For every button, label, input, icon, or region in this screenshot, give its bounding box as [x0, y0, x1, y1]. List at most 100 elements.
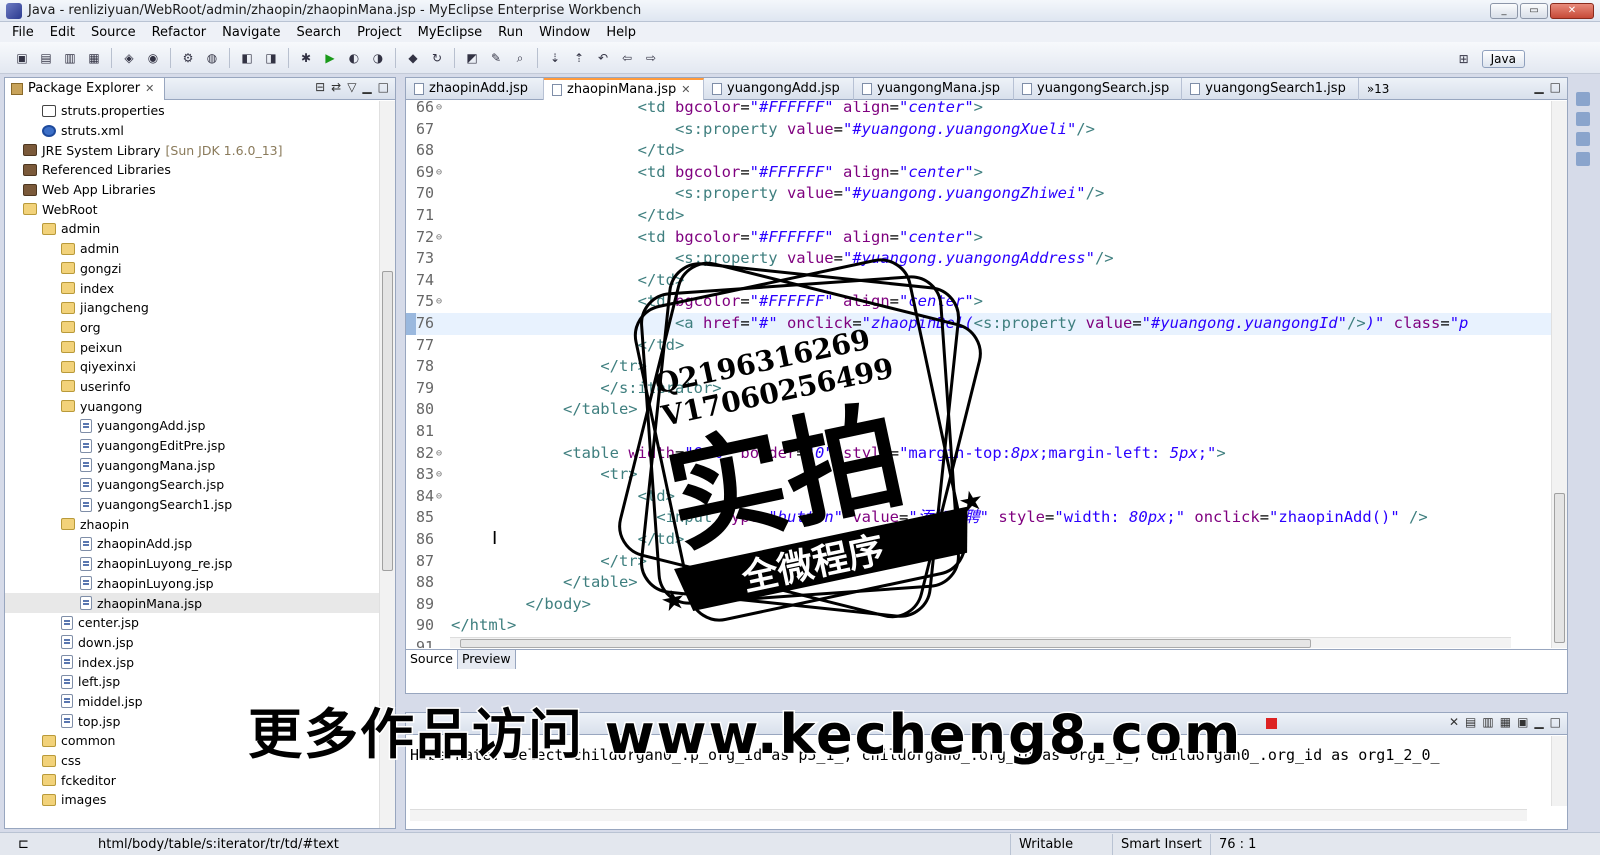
menu-file[interactable]: File: [4, 25, 42, 40]
tree-item[interactable]: zhaopin: [5, 514, 379, 534]
code-line[interactable]: 80 </table>: [406, 399, 1551, 421]
code-line[interactable]: 76 <a href="#" onclick="zhaopinDel(<s:pr…: [406, 313, 1551, 335]
save-icon[interactable]: ▤: [37, 49, 55, 67]
menu-myeclipse[interactable]: MyEclipse: [410, 25, 491, 40]
code-line[interactable]: 66 ⊖ <td bgcolor="#FFFFFF" align="center"…: [406, 101, 1551, 119]
package-explorer-tab[interactable]: Package Explorer ✕: [5, 77, 166, 100]
code-line[interactable]: 89 </body>: [406, 594, 1551, 616]
maximize-view-icon[interactable]: □: [1550, 80, 1561, 94]
menu-search[interactable]: Search: [288, 25, 349, 40]
tree-item[interactable]: WebRoot: [5, 199, 379, 219]
tree-item[interactable]: zhaopinLuyong_re.jsp: [5, 554, 379, 574]
view-menu-icon[interactable]: ▽: [347, 80, 356, 94]
editor-tab[interactable]: yuangongAdd.jsp: [704, 77, 854, 100]
source-tab[interactable]: Source: [406, 650, 458, 669]
print-icon[interactable]: ▦: [85, 49, 103, 67]
code-line[interactable]: 85 <input type="button" value="添加招聘" sty…: [406, 507, 1551, 529]
tree-item[interactable]: Referenced Libraries: [5, 160, 379, 180]
editor-tab[interactable]: zhaopinMana.jsp ✕: [544, 77, 704, 100]
fold-icon[interactable]: ⊖: [436, 486, 442, 508]
last-edit-icon[interactable]: ↶: [594, 49, 612, 67]
tree-item[interactable]: left.jsp: [5, 672, 379, 692]
open-perspective-icon[interactable]: ⊞: [1455, 50, 1473, 68]
menu-navigate[interactable]: Navigate: [214, 25, 288, 40]
save-all-icon[interactable]: ▥: [61, 49, 79, 67]
code-line[interactable]: 88 </table>: [406, 572, 1551, 594]
fold-icon[interactable]: ⊖: [436, 227, 442, 249]
code-editor[interactable]: 91 90 </html> 89 </body> 88 </table> 87 </tr>…: [406, 101, 1551, 648]
minimize-button[interactable]: _: [1490, 3, 1518, 19]
close-window-button[interactable]: ✕: [1550, 3, 1594, 19]
clear-console-icon[interactable]: ▤: [1465, 715, 1476, 729]
preview-tab[interactable]: Preview: [457, 650, 516, 669]
tree-item[interactable]: down.jsp: [5, 633, 379, 653]
editor-hscrollbar[interactable]: [450, 637, 1511, 648]
tree-item[interactable]: gongzi: [5, 259, 379, 279]
tree-item[interactable]: zhaopinLuyong.jsp: [5, 574, 379, 594]
hierarchy-icon[interactable]: [1576, 112, 1590, 126]
tree-item[interactable]: yuangongSearch1.jsp: [5, 495, 379, 515]
editor-hscroll-thumb[interactable]: [460, 639, 1311, 648]
editor-tab[interactable]: yuangongMana.jsp: [854, 77, 1014, 100]
tab-overflow-button[interactable]: »13: [1367, 82, 1390, 96]
code-line[interactable]: 75 ⊖ <td bgcolor="#FFFFFF" align="center"…: [406, 291, 1551, 313]
scroll-lock-icon[interactable]: ▥: [1482, 715, 1493, 729]
code-line[interactable]: 82 ⊖ <table width="98%" border="0" style=…: [406, 443, 1551, 465]
code-line[interactable]: 69 ⊖ <td bgcolor="#FFFFFF" align="center"…: [406, 162, 1551, 184]
code-line[interactable]: 68 </td>: [406, 140, 1551, 162]
code-line[interactable]: 79 </s:iterator>: [406, 378, 1551, 400]
tree-item[interactable]: admin: [5, 239, 379, 259]
code-line[interactable]: 72 ⊖ <td bgcolor="#FFFFFF" align="center"…: [406, 227, 1551, 249]
tree-item[interactable]: userinfo: [5, 377, 379, 397]
declaration-icon[interactable]: [1576, 152, 1590, 166]
tree-scroll-thumb[interactable]: [382, 271, 393, 571]
code-line[interactable]: 70 <s:property value="#yuangong.yuangong…: [406, 183, 1551, 205]
code-line[interactable]: 78 </tr>: [406, 356, 1551, 378]
tree-item[interactable]: zhaopinAdd.jsp: [5, 534, 379, 554]
menu-run[interactable]: Run: [490, 25, 531, 40]
close-icon[interactable]: ✕: [681, 83, 690, 96]
editor-scroll-thumb[interactable]: [1554, 493, 1565, 643]
tree-item[interactable]: struts.properties: [5, 101, 379, 121]
tree-item[interactable]: admin: [5, 219, 379, 239]
tree-item[interactable]: images: [5, 790, 379, 810]
menu-refactor[interactable]: Refactor: [144, 25, 215, 40]
fold-icon[interactable]: ⊖: [436, 101, 442, 119]
new-web-project-icon[interactable]: ◈: [120, 49, 138, 67]
open-folder-icon[interactable]: ◩: [463, 49, 481, 67]
tree-item[interactable]: center.jsp: [5, 613, 379, 633]
code-line[interactable]: 73 <s:property value="#yuangong.yuangong…: [406, 248, 1551, 270]
next-annotation-icon[interactable]: ⇣: [546, 49, 564, 67]
server-icon[interactable]: ⚙: [179, 49, 197, 67]
code-line[interactable]: 81: [406, 421, 1551, 443]
coverage-icon[interactable]: ◐: [345, 49, 363, 67]
tree-item[interactable]: qiyexinxi: [5, 357, 379, 377]
tree-item[interactable]: jiangcheng: [5, 298, 379, 318]
refresh-icon[interactable]: ↻: [428, 49, 446, 67]
menu-help[interactable]: Help: [598, 25, 644, 40]
menu-project[interactable]: Project: [349, 25, 409, 40]
tree-item[interactable]: yuangongAdd.jsp: [5, 416, 379, 436]
pin-console-icon[interactable]: ▦: [1500, 715, 1511, 729]
javadoc-icon[interactable]: [1576, 132, 1590, 146]
menu-edit[interactable]: Edit: [42, 25, 83, 40]
menu-window[interactable]: Window: [531, 25, 598, 40]
minimize-view-icon[interactable]: ▁: [1534, 80, 1543, 94]
tree-item[interactable]: JRE System Library [Sun JDK 1.6.0_13]: [5, 140, 379, 160]
editor-scrollbar[interactable]: [1551, 101, 1567, 648]
code-line[interactable]: 71 </td>: [406, 205, 1551, 227]
code-line[interactable]: 84 ⊖ <td>: [406, 486, 1551, 508]
tree-item[interactable]: yuangong: [5, 396, 379, 416]
tree-item[interactable]: struts.xml: [5, 121, 379, 141]
tree-item[interactable]: yuangongEditPre.jsp: [5, 436, 379, 456]
maximize-view-icon[interactable]: □: [378, 80, 389, 94]
minimize-view-icon[interactable]: ▁: [1534, 715, 1543, 729]
forward-icon[interactable]: ⇨: [642, 49, 660, 67]
link-editor-icon[interactable]: ⇄: [331, 80, 341, 94]
globe-icon[interactable]: ◍: [203, 49, 221, 67]
code-line[interactable]: 67 <s:property value="#yuangong.yuangong…: [406, 119, 1551, 141]
external-tools-icon[interactable]: ◑: [369, 49, 387, 67]
console-scrollbar[interactable]: [1551, 736, 1567, 806]
run-icon[interactable]: ▶: [321, 49, 339, 67]
back-icon[interactable]: ⇦: [618, 49, 636, 67]
